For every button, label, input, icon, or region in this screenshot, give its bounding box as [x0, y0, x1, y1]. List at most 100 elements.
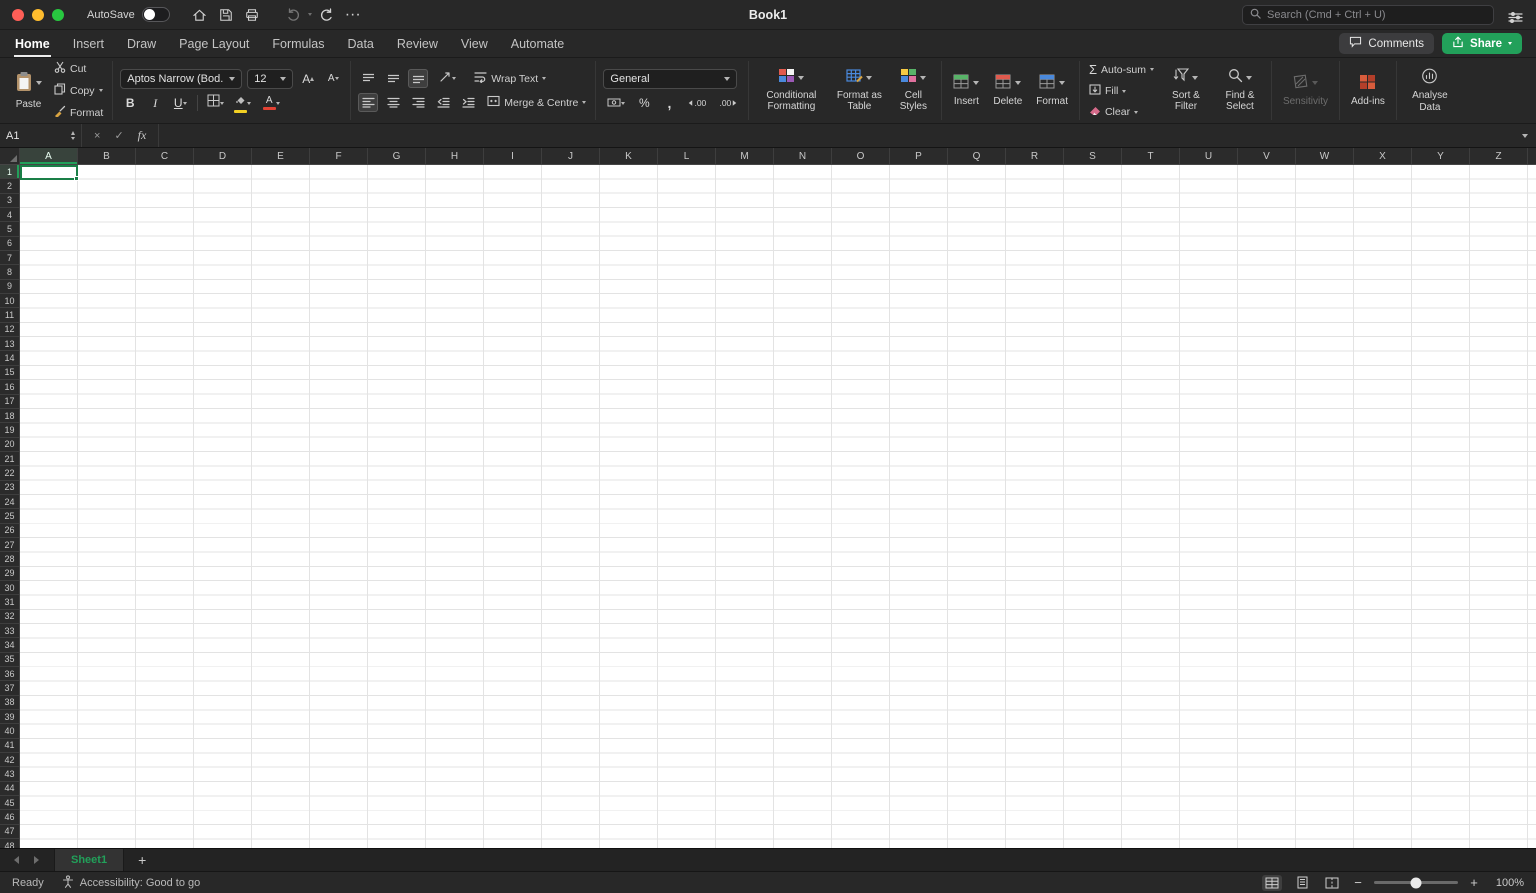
row-header-33[interactable]: 33 — [0, 624, 19, 639]
zoom-level[interactable]: 100% — [1490, 877, 1524, 889]
tab-formulas[interactable]: Formulas — [271, 32, 325, 57]
zoom-window-button[interactable] — [52, 8, 64, 21]
add-sheet-button[interactable]: + — [138, 852, 146, 868]
search-input[interactable] — [1267, 9, 1486, 21]
row-header-24[interactable]: 24 — [0, 495, 19, 510]
column-header-C[interactable]: C — [136, 148, 194, 164]
italic-button[interactable]: I — [145, 94, 165, 113]
row-header-30[interactable]: 30 — [0, 581, 19, 596]
zoom-out-button[interactable]: − — [1352, 875, 1364, 890]
search-box[interactable] — [1242, 5, 1494, 25]
percent-style-button[interactable]: % — [634, 94, 654, 113]
column-header-F[interactable]: F — [310, 148, 368, 164]
more-commands-icon[interactable]: ··· — [342, 4, 364, 26]
row-header-40[interactable]: 40 — [0, 724, 19, 739]
sort-filter-button[interactable]: Sort & Filter — [1162, 66, 1210, 115]
minimize-window-button[interactable] — [32, 8, 44, 21]
column-header-S[interactable]: S — [1064, 148, 1122, 164]
row-header-13[interactable]: 13 — [0, 337, 19, 352]
column-header-K[interactable]: K — [600, 148, 658, 164]
column-header-X[interactable]: X — [1354, 148, 1412, 164]
undo-chevron-icon[interactable] — [307, 13, 312, 16]
name-box-stepper[interactable] — [71, 131, 75, 140]
orientation-button[interactable] — [433, 69, 461, 88]
page-break-view-button[interactable] — [1322, 875, 1342, 891]
tab-home[interactable]: Home — [14, 32, 51, 57]
addins-button[interactable]: Add-ins — [1347, 72, 1389, 110]
fill-button[interactable]: Fill — [1087, 83, 1156, 99]
analyse-data-button[interactable]: Analyse Data — [1404, 66, 1456, 116]
font-name-select[interactable]: Aptos Narrow (Bod... — [120, 68, 243, 89]
column-header-R[interactable]: R — [1006, 148, 1064, 164]
decrease-indent-button[interactable] — [433, 93, 453, 112]
row-header-25[interactable]: 25 — [0, 509, 19, 524]
cut-button[interactable]: Cut — [52, 60, 105, 77]
row-header-32[interactable]: 32 — [0, 610, 19, 624]
bold-button[interactable]: B — [120, 94, 140, 113]
tab-insert[interactable]: Insert — [72, 32, 105, 57]
copy-button[interactable]: Copy — [52, 82, 105, 99]
row-header-48[interactable]: 48 — [0, 839, 19, 848]
column-header-A[interactable]: A — [20, 148, 78, 164]
row-header-5[interactable]: 5 — [0, 222, 19, 237]
tab-review[interactable]: Review — [396, 32, 439, 57]
format-painter-button[interactable]: Format — [52, 104, 105, 121]
tab-automate[interactable]: Automate — [510, 32, 566, 57]
row-header-11[interactable]: 11 — [0, 308, 19, 323]
enter-button[interactable]: ✓ — [114, 129, 123, 142]
undo-icon[interactable] — [282, 4, 304, 26]
row-header-19[interactable]: 19 — [0, 423, 19, 438]
row-header-7[interactable]: 7 — [0, 251, 19, 266]
close-window-button[interactable] — [12, 8, 24, 21]
row-header-22[interactable]: 22 — [0, 466, 19, 481]
row-header-39[interactable]: 39 — [0, 710, 19, 725]
tab-draw[interactable]: Draw — [126, 32, 157, 57]
autosum-button[interactable]: Σ Auto-sum — [1087, 61, 1156, 78]
row-header-10[interactable]: 10 — [0, 294, 19, 309]
accessibility-status[interactable]: Accessibility: Good to go — [62, 874, 200, 891]
share-button[interactable]: Share — [1442, 33, 1522, 54]
align-center-button[interactable] — [383, 93, 403, 112]
align-middle-button[interactable] — [383, 69, 403, 88]
name-box[interactable]: A1 — [0, 124, 82, 147]
previous-sheet-button[interactable] — [8, 852, 24, 868]
row-header-35[interactable]: 35 — [0, 653, 19, 668]
column-header-Y[interactable]: Y — [1412, 148, 1470, 164]
increase-decimal-button[interactable]: .00 — [684, 94, 710, 113]
row-header-44[interactable]: 44 — [0, 782, 19, 797]
zoom-slider-thumb[interactable] — [1410, 877, 1422, 888]
clear-button[interactable]: Clear — [1087, 104, 1156, 120]
accounting-format-button[interactable] — [603, 94, 629, 113]
sensitivity-button[interactable]: Sensitivity — [1279, 72, 1332, 109]
row-header-38[interactable]: 38 — [0, 696, 19, 711]
paste-button[interactable]: Paste — [11, 69, 46, 112]
insert-function-button[interactable]: fx — [138, 128, 147, 143]
align-left-button[interactable] — [358, 93, 379, 112]
format-cells-button[interactable]: Format — [1032, 72, 1072, 109]
column-header-G[interactable]: G — [368, 148, 426, 164]
merge-centre-button[interactable]: Merge & Centre — [485, 94, 588, 111]
column-header-Z[interactable]: Z — [1470, 148, 1528, 164]
row-header-18[interactable]: 18 — [0, 409, 19, 424]
row-header-46[interactable]: 46 — [0, 810, 19, 825]
zoom-in-button[interactable]: + — [1468, 875, 1480, 890]
formula-input[interactable] — [159, 124, 1514, 147]
ribbon-options-icon[interactable] — [1504, 6, 1526, 28]
selected-cell[interactable] — [20, 165, 79, 182]
autosave-toggle[interactable] — [141, 7, 170, 22]
font-color-button[interactable]: A — [259, 94, 283, 113]
row-header-1[interactable]: 1 — [0, 165, 19, 180]
expand-formula-bar-button[interactable] — [1514, 124, 1536, 147]
column-header-H[interactable]: H — [426, 148, 484, 164]
row-header-3[interactable]: 3 — [0, 194, 19, 209]
format-as-table-button[interactable]: Format as Table — [832, 66, 886, 115]
column-header-E[interactable]: E — [252, 148, 310, 164]
row-header-42[interactable]: 42 — [0, 753, 19, 768]
comma-style-button[interactable]: , — [659, 94, 679, 113]
fill-color-button[interactable] — [230, 94, 254, 113]
select-all-corner[interactable] — [0, 148, 20, 164]
row-header-36[interactable]: 36 — [0, 667, 19, 682]
row-header-27[interactable]: 27 — [0, 538, 19, 553]
column-header-T[interactable]: T — [1122, 148, 1180, 164]
normal-view-button[interactable] — [1262, 874, 1282, 891]
